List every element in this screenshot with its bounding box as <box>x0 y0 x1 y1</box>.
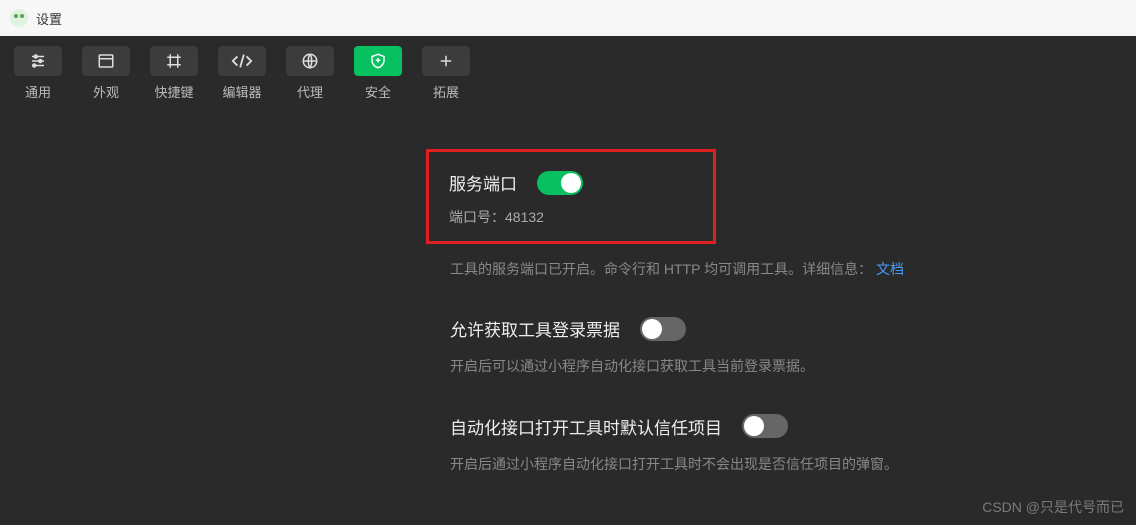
login-ticket-desc: 开启后可以通过小程序自动化接口获取工具当前登录票据。 <box>450 355 1136 377</box>
auto-trust-title: 自动化接口打开工具时默认信任项目 <box>450 414 722 439</box>
toggle-knob-icon <box>744 416 764 436</box>
settings-content: 服务端口 端口号：48132 工具的服务端口已开启。命令行和 HTTP 均可调用… <box>0 109 1136 475</box>
tab-label: 快捷键 <box>154 82 193 101</box>
plus-icon <box>422 46 470 76</box>
frame-icon <box>150 46 198 76</box>
window-icon <box>82 46 130 76</box>
tab-appearance[interactable]: 外观 <box>82 46 130 109</box>
tab-label: 代理 <box>297 82 323 101</box>
tab-label: 通用 <box>25 82 51 101</box>
tab-label: 外观 <box>93 82 119 101</box>
window-title: 设置 <box>36 9 62 28</box>
service-port-desc: 工具的服务端口已开启。命令行和 HTTP 均可调用工具。详细信息： 文档 <box>450 258 1136 280</box>
tab-shortcut[interactable]: 快捷键 <box>150 46 198 109</box>
code-icon <box>218 46 266 76</box>
service-port-toggle[interactable] <box>537 171 583 195</box>
app-icon <box>10 9 28 27</box>
tab-general[interactable]: 通用 <box>14 46 62 109</box>
doc-link[interactable]: 文档 <box>876 261 904 277</box>
tab-label: 编辑器 <box>222 82 261 101</box>
globe-icon <box>286 46 334 76</box>
port-value: 48132 <box>505 209 544 225</box>
auto-trust-desc: 开启后通过小程序自动化接口打开工具时不会出现是否信任项目的弹窗。 <box>450 453 1136 475</box>
tab-editor[interactable]: 编辑器 <box>218 46 266 109</box>
service-port-highlight: 服务端口 端口号：48132 <box>426 149 716 244</box>
tab-label: 安全 <box>365 82 391 101</box>
auto-trust-toggle[interactable] <box>742 414 788 438</box>
titlebar: 设置 <box>0 0 1136 36</box>
tab-label: 拓展 <box>433 82 459 101</box>
login-ticket-title: 允许获取工具登录票据 <box>450 316 620 341</box>
toggle-knob-icon <box>642 319 662 339</box>
port-number-row: 端口号：48132 <box>449 207 693 227</box>
port-label: 端口号： <box>449 209 505 225</box>
tab-row: 通用 外观 快捷键 编辑器 代理 安全 拓展 <box>0 36 1136 109</box>
tab-extensions[interactable]: 拓展 <box>422 46 470 109</box>
shield-icon <box>354 46 402 76</box>
toggle-knob-icon <box>561 173 581 193</box>
service-port-title: 服务端口 <box>449 170 517 195</box>
login-ticket-toggle[interactable] <box>640 317 686 341</box>
sliders-icon <box>14 46 62 76</box>
tab-security[interactable]: 安全 <box>354 46 402 109</box>
watermark: CSDN @只是代号而已 <box>982 497 1124 517</box>
tab-proxy[interactable]: 代理 <box>286 46 334 109</box>
